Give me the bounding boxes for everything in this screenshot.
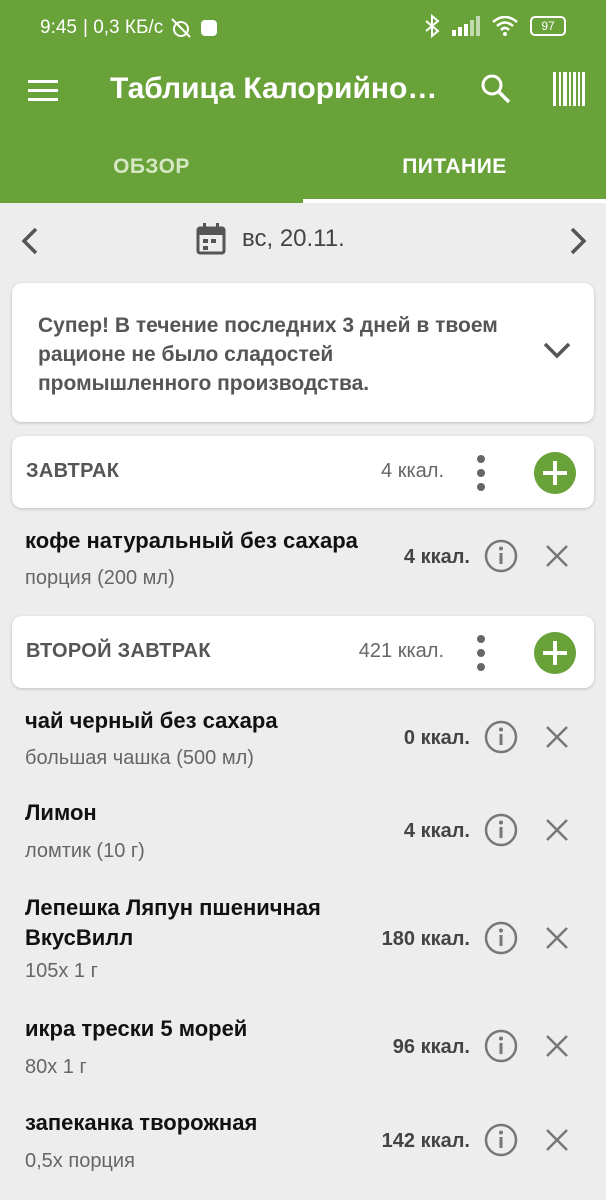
food-row[interactable]: икра трески 5 морей 80x 1 г 96 ккал. [0,1002,606,1094]
food-name: кофе натуральный без сахара [25,528,358,553]
meal-title: ЗАВТРАК [26,460,120,482]
add-food-icon[interactable] [534,632,576,674]
barcode-icon[interactable] [552,70,586,108]
notification-icon [201,20,218,36]
close-icon[interactable] [542,1031,572,1061]
date-picker[interactable]: вс, 20.11. [196,223,345,255]
current-date: вс, 20.11. [242,225,345,252]
food-kcal: 96 ккал. [392,1036,470,1058]
add-food-icon[interactable] [534,452,576,494]
info-icon[interactable] [484,921,518,955]
info-icon[interactable] [484,539,518,573]
meal-header-second-breakfast[interactable]: ВТОРОЙ ЗАВТРАК 421 ккал. [12,616,594,688]
meal-header-breakfast[interactable]: ЗАВТРАК 4 ккал. [12,436,594,508]
app-header: 9:45 | 0,3 КБ/с 97 Таблица Калорийно… ОБ… [0,0,606,203]
food-name: икра трески 5 морей [25,1016,248,1041]
food-kcal: 180 ккал. [381,928,470,950]
status-right: 97 [424,14,566,38]
battery-level: 97 [541,19,555,33]
food-name: Лепешка Ляпун пшеничная ВкусВилл [25,895,321,950]
more-vert-icon[interactable] [474,634,488,672]
tab-overview[interactable]: ОБЗОР [0,134,303,203]
chevron-down-icon[interactable] [540,333,574,367]
food-row[interactable]: Лепешка Ляпун пшеничная ВкусВилл 105x 1 … [0,880,606,994]
more-vert-icon[interactable] [474,454,488,492]
food-kcal: 0 ккал. [403,727,470,749]
info-icon[interactable] [484,813,518,847]
signal-icon [452,16,480,36]
food-row[interactable]: кофе натуральный без сахара порция (200 … [0,512,606,604]
close-icon[interactable] [542,923,572,953]
tip-card[interactable]: Супер! В течение последних 3 дней в твое… [12,283,594,422]
alarm-off-icon [171,18,191,38]
date-navigator: вс, 20.11. [0,203,606,279]
meal-kcal: 421 ккал. [358,640,444,662]
tip-text: Супер! В течение последних 3 дней в твое… [38,314,498,395]
food-row[interactable]: запеканка творожная 0,5x порция 142 ккал… [0,1096,606,1188]
tab-bar: ОБЗОР ПИТАНИЕ [0,134,606,203]
toolbar: Таблица Калорийно… [0,56,606,128]
chevron-right-icon[interactable] [562,223,594,259]
info-icon[interactable] [484,720,518,754]
status-time: 9:45 [40,17,77,38]
food-name: Лимон [25,800,97,825]
bluetooth-icon [425,14,440,38]
food-portion: порция (200 мл) [25,567,175,589]
status-bar: 9:45 | 0,3 КБ/с 97 [0,0,606,56]
search-icon[interactable] [478,71,512,105]
food-name: чай черный без сахара [25,708,278,733]
info-icon[interactable] [484,1123,518,1157]
status-left: 9:45 | 0,3 КБ/с [40,16,219,40]
status-net-speed: | 0,3 КБ/с [82,17,164,38]
chevron-left-icon[interactable] [14,223,46,259]
battery-icon: 97 [530,16,566,36]
app-title: Таблица Калорийно… [110,72,438,105]
food-portion: ломтик (10 г) [25,840,145,862]
close-icon[interactable] [542,815,572,845]
wifi-icon [492,16,518,36]
food-kcal: 142 ккал. [381,1130,470,1152]
info-icon[interactable] [484,1029,518,1063]
food-portion: большая чашка (500 мл) [25,747,254,769]
close-icon[interactable] [542,1125,572,1155]
close-icon[interactable] [542,541,572,571]
food-portion: 0,5x порция [25,1150,135,1172]
food-row[interactable]: Лимон ломтик (10 г) 4 ккал. [0,786,606,878]
meal-title: ВТОРОЙ ЗАВТРАК [26,640,211,662]
food-kcal: 4 ккал. [403,820,470,842]
calendar-icon [196,223,226,255]
menu-icon[interactable] [26,74,60,108]
tab-nutrition[interactable]: ПИТАНИЕ [303,134,606,203]
meal-kcal: 4 ккал. [381,460,444,482]
food-name: запеканка творожная [25,1110,258,1135]
food-kcal: 4 ккал. [403,546,470,568]
food-row[interactable]: чай черный без сахара большая чашка (500… [0,692,606,784]
food-portion: 80x 1 г [25,1056,87,1078]
close-icon[interactable] [542,722,572,752]
food-portion: 105x 1 г [25,960,98,982]
